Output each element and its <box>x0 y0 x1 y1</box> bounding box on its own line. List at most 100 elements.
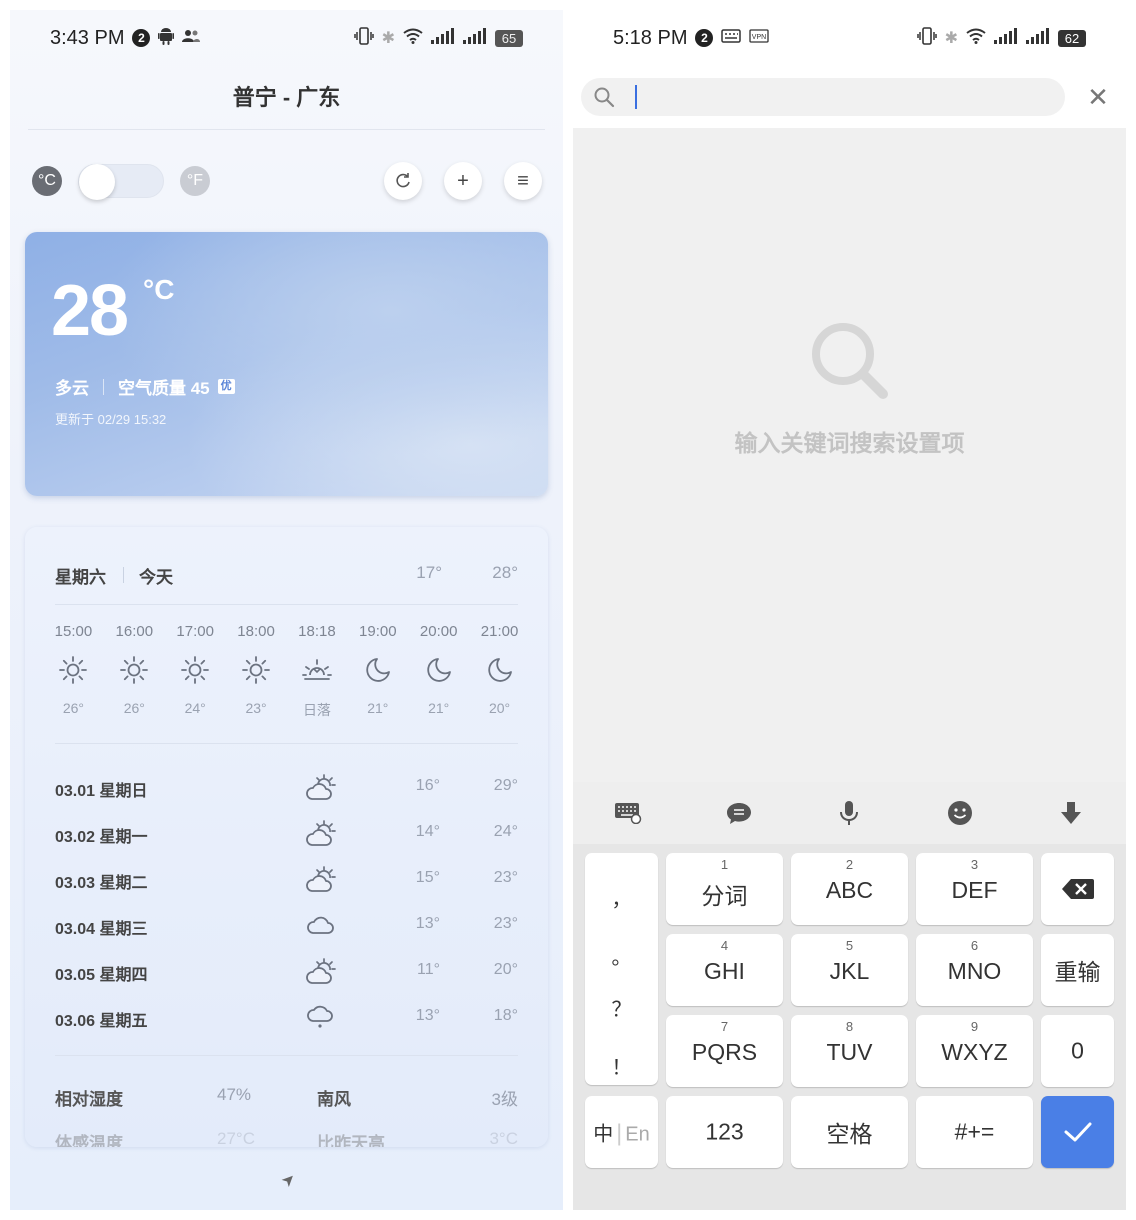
key-label: ABC <box>825 877 874 903</box>
today-weekday: 星期六 <box>55 568 106 587</box>
key-label: WXYZ <box>941 1039 1008 1065</box>
t9-key[interactable]: 4 GHI <box>666 934 783 1006</box>
hourly-forecast[interactable]: 15:00 26° 16:00 26° 17:00 24° 18:00 23° 18:18 日落 1… <box>43 623 530 733</box>
key-label: 空格 <box>826 1121 873 1147</box>
number-mode-key[interactable]: 123 <box>666 1096 783 1168</box>
punct-key[interactable]: ？ <box>585 993 658 1022</box>
t9-key[interactable]: 2 ABC <box>791 853 908 925</box>
key-label: MNO <box>947 958 1002 984</box>
menu-icon: ≡ <box>517 170 529 192</box>
phrases-button[interactable] <box>719 793 759 833</box>
key-number: 1 <box>720 857 729 872</box>
hour-time: 18:18 <box>298 623 336 640</box>
hourly-item: 19:00 21° <box>347 623 408 733</box>
svg-text:VPN: VPN <box>752 34 766 41</box>
search-icon <box>594 87 615 108</box>
close-button[interactable]: ✕ <box>1083 82 1113 112</box>
bluetooth-icon: ✱ <box>381 30 395 47</box>
backspace-key[interactable] <box>1041 853 1114 925</box>
controls-row: °C °F + ≡ <box>30 160 543 202</box>
arrow-down-icon <box>1060 802 1081 824</box>
voice-input-button[interactable] <box>829 793 869 833</box>
hour-value: 23° <box>245 700 267 716</box>
partly-cloudy-icon <box>301 861 341 897</box>
daily-row[interactable]: 03.01 星期日 16° 29° <box>55 765 518 811</box>
t9-key[interactable]: 6 MNO <box>916 934 1033 1006</box>
daily-row[interactable]: 03.03 星期二 15° 23° <box>55 857 518 903</box>
hourly-item: 20:00 21° <box>408 623 469 733</box>
hourly-item: 15:00 26° <box>43 623 104 733</box>
day-low: 13° <box>415 915 440 932</box>
detail-value: 47% <box>217 1085 252 1104</box>
zero-key[interactable]: 0 <box>1041 1015 1114 1087</box>
checkmark-icon <box>1064 1122 1091 1142</box>
language-switch-key[interactable]: 中 | En <box>585 1096 658 1168</box>
day-date: 03.06 星期五 <box>55 1013 148 1030</box>
daily-row[interactable]: 03.05 星期四 11° 20° <box>55 949 518 995</box>
search-bar[interactable] <box>581 78 1065 116</box>
t9-key[interactable]: 5 JKL <box>791 934 908 1006</box>
space-key[interactable]: 空格 <box>791 1096 908 1168</box>
partly-cloudy-icon <box>301 815 341 851</box>
text-caret <box>635 85 637 109</box>
daily-row[interactable]: 03.06 星期五 13° 18° <box>55 995 518 1041</box>
notification-count-badge: 2 <box>132 29 151 47</box>
status-bar: 5:18 PM 2 VPN ✱ 62 <box>573 10 1126 66</box>
fahrenheit-button[interactable]: °F <box>180 166 210 196</box>
detail-label: 体感温度 <box>55 1134 123 1147</box>
hour-time: 20:00 <box>419 623 458 640</box>
keyboard-icon <box>615 803 642 824</box>
daily-row[interactable]: 03.02 星期一 14° 24° <box>55 811 518 857</box>
hour-time: 21:00 <box>480 623 519 640</box>
hour-value: 26° <box>62 700 85 716</box>
keyboard-settings-button[interactable] <box>608 793 648 833</box>
punct-key[interactable]: 。 <box>585 941 658 970</box>
close-icon: ✕ <box>1087 82 1109 112</box>
hour-value: 日落 <box>302 702 331 718</box>
menu-button[interactable]: ≡ <box>504 162 542 200</box>
day-date: 03.01 星期日 <box>55 783 148 800</box>
symbols-key[interactable]: #+= <box>916 1096 1033 1168</box>
keyboard-toolbar <box>573 782 1126 844</box>
detail-value: 27°C <box>217 1129 255 1147</box>
punct-key[interactable]: ！ <box>585 1051 658 1080</box>
t9-key[interactable]: 7 PQRS <box>666 1015 783 1087</box>
hide-keyboard-button[interactable] <box>1051 793 1091 833</box>
today-label: 今天 <box>139 568 173 587</box>
hourly-item: 18:18 日落 <box>287 623 348 733</box>
t9-key[interactable]: 9 WXYZ <box>916 1015 1033 1087</box>
unit-toggle[interactable] <box>78 164 164 200</box>
search-input[interactable] <box>625 82 1045 112</box>
divider <box>55 1055 518 1056</box>
celsius-button[interactable]: °C <box>32 166 62 196</box>
enter-key[interactable] <box>1041 1096 1114 1168</box>
emoji-button[interactable] <box>940 793 980 833</box>
key-number: 8 <box>845 1019 854 1034</box>
battery-level: 65 <box>495 29 523 47</box>
current-temperature: 28 <box>51 271 129 351</box>
t9-key[interactable]: 1 分词 <box>666 853 783 925</box>
drizzle-icon <box>301 999 341 1035</box>
reinput-key[interactable]: 重输 <box>1041 934 1114 1006</box>
hour-time: 19:00 <box>359 623 397 640</box>
detail-value: 3°C <box>489 1129 518 1147</box>
location-arrow-icon[interactable]: ➤ <box>277 1168 301 1192</box>
users-icon <box>182 29 201 48</box>
detail-label: 比昨天高 <box>317 1134 385 1147</box>
day-high: 24° <box>493 823 518 840</box>
add-city-button[interactable]: + <box>444 162 482 200</box>
t9-key[interactable]: 3 DEF <box>916 853 1033 925</box>
punctuation-column[interactable]: ， 。 ？ ！ <box>585 853 658 1085</box>
lang-en-label: En <box>625 1123 650 1146</box>
air-quality-text: 空气质量 45 <box>118 379 210 398</box>
punct-key[interactable]: ， <box>585 883 658 912</box>
hour-time: 16:00 <box>115 623 154 640</box>
daily-row[interactable]: 03.04 星期三 13° 23° <box>55 903 518 949</box>
current-weather-card[interactable]: 28 °C 多云 空气质量 45 优 更新于 02/29 15:32 <box>25 232 548 496</box>
search-icon <box>812 323 888 399</box>
sun-icon <box>165 650 226 690</box>
key-label: 重输 <box>1054 959 1101 985</box>
t9-key[interactable]: 8 TUV <box>791 1015 908 1087</box>
refresh-button[interactable] <box>384 162 422 200</box>
hourly-item: 17:00 24° <box>165 623 226 733</box>
